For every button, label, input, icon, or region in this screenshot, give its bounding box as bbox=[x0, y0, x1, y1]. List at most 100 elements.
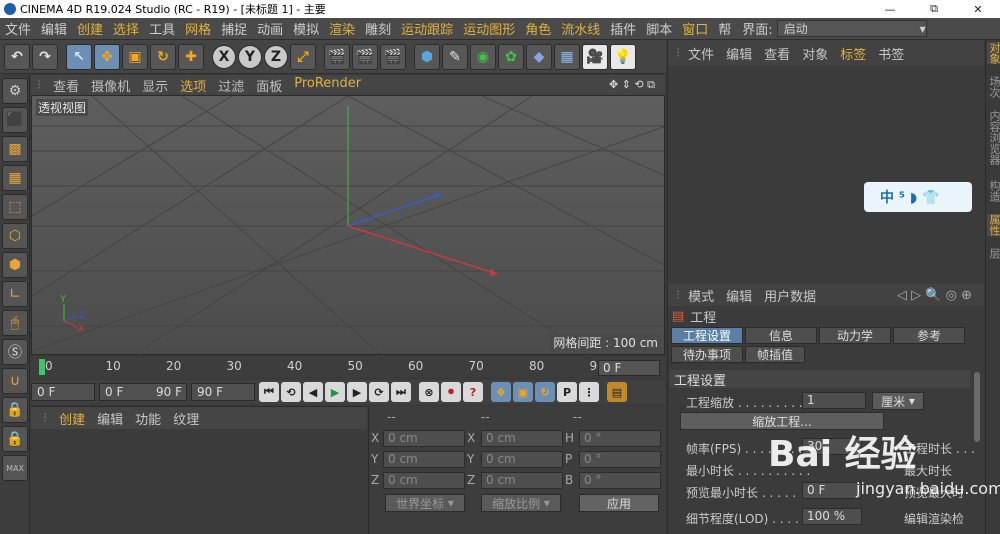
scale-mode-select[interactable]: 缩放比例 ▾ bbox=[481, 494, 561, 512]
menu-item-13[interactable]: 角色 bbox=[520, 19, 556, 38]
coord-field[interactable]: 0 cm bbox=[481, 472, 563, 489]
menu-item-0[interactable]: 文件 bbox=[0, 19, 36, 38]
deformer-icon[interactable]: ◆ bbox=[526, 43, 552, 70]
attr-tab-0[interactable]: 工程设置 bbox=[671, 327, 743, 344]
coord-field[interactable]: 0 ° bbox=[579, 472, 661, 489]
layout-select[interactable]: 启动 ▾ bbox=[776, 20, 927, 37]
maximize-button[interactable]: ⧉ bbox=[912, 0, 956, 18]
menu-item-18[interactable]: 帮 bbox=[713, 19, 736, 38]
viewport-menu-item-6[interactable]: ProRender bbox=[288, 76, 367, 95]
menu-item-17[interactable]: 窗口 bbox=[677, 19, 713, 38]
unit-select[interactable]: 厘米 ▾ bbox=[872, 392, 924, 410]
redo-button[interactable]: ↷ bbox=[32, 43, 58, 70]
menu-item-14[interactable]: 流水线 bbox=[556, 19, 605, 38]
menu-item-5[interactable]: 网格 bbox=[180, 19, 216, 38]
preview-range-slider[interactable]: 0 F 90 F bbox=[99, 383, 187, 401]
workplane-lock-icon[interactable]: 🔒 bbox=[2, 397, 28, 423]
right-tab-0[interactable]: 对象 bbox=[987, 42, 1000, 64]
previous-frame-icon[interactable]: ◀ bbox=[303, 382, 323, 402]
menu-item-15[interactable]: 插件 bbox=[605, 19, 641, 38]
viewport-menu-item-1[interactable]: 摄像机 bbox=[85, 76, 136, 95]
tweak-mode-icon[interactable]: 🖱 bbox=[2, 310, 28, 336]
menu-item-6[interactable]: 捕捉 bbox=[216, 19, 252, 38]
menu-item-1[interactable]: 编辑 bbox=[36, 19, 72, 38]
make-editable-icon[interactable]: ⚙ bbox=[2, 78, 28, 104]
workplane-mode-icon[interactable]: ▦ bbox=[2, 165, 28, 191]
attr-menu-mode[interactable]: 模式 bbox=[682, 286, 720, 305]
undo-button[interactable]: ↶ bbox=[4, 43, 30, 70]
perspective-viewport[interactable]: Y Z X 透视视图 网格间距 : 100 cm bbox=[31, 95, 665, 355]
menu-item-2[interactable]: 创建 bbox=[72, 19, 108, 38]
menu-item-10[interactable]: 雕刻 bbox=[360, 19, 396, 38]
object-menu-item-1[interactable]: 编辑 bbox=[720, 44, 758, 63]
coordinate-system-button[interactable]: ⤢ bbox=[290, 43, 316, 70]
object-menu-item-3[interactable]: 对象 bbox=[796, 44, 834, 63]
project-scale-field[interactable]: 1 bbox=[802, 392, 866, 409]
lod-field[interactable]: 100 % bbox=[802, 508, 862, 525]
right-tab-5[interactable]: 层 bbox=[987, 248, 1000, 259]
end-frame-field[interactable]: 90 F bbox=[191, 383, 255, 401]
attr-tab-4[interactable]: 待办事项 bbox=[671, 346, 743, 363]
material-menu-item-1[interactable]: 编辑 bbox=[91, 409, 129, 428]
go-to-end-icon[interactable]: ⏭ bbox=[391, 382, 411, 402]
right-tab-2[interactable]: 内容浏览器 bbox=[987, 110, 1000, 165]
close-button[interactable]: ✕ bbox=[956, 0, 1000, 18]
object-menu-item-2[interactable]: 查看 bbox=[758, 44, 796, 63]
floating-input-widget[interactable]: 中 ⁵ ◗ 👕 bbox=[864, 182, 972, 212]
key-parameter-icon[interactable]: P bbox=[557, 382, 577, 402]
viewport-menu-item-4[interactable]: 过滤 bbox=[212, 76, 250, 95]
model-mode-icon[interactable]: ⬛ bbox=[2, 107, 28, 133]
go-to-start-icon[interactable]: ⏮ bbox=[259, 382, 279, 402]
texture-mode-icon[interactable]: ▩ bbox=[2, 136, 28, 162]
right-tab-4[interactable]: 属性 bbox=[987, 214, 1000, 236]
world-coordinates-select[interactable]: 世界坐标 ▾ bbox=[385, 494, 465, 512]
attr-tab-1[interactable]: 信息 bbox=[745, 327, 817, 344]
material-menu-item-3[interactable]: 纹理 bbox=[167, 409, 205, 428]
key-rotation-icon[interactable]: ↻ bbox=[535, 382, 555, 402]
next-key-icon[interactable]: ⟳ bbox=[369, 382, 389, 402]
attr-nav-icons[interactable]: ◁ ▷ 🔍 ◎ ⊕ bbox=[891, 288, 978, 303]
key-pla-icon[interactable]: ⋮ bbox=[579, 382, 599, 402]
y-axis-lock-button[interactable]: Y bbox=[238, 44, 262, 69]
menu-item-7[interactable]: 动画 bbox=[252, 19, 288, 38]
viewport-menu-item-0[interactable]: 查看 bbox=[47, 76, 85, 95]
coord-field[interactable]: 0 cm bbox=[481, 430, 563, 447]
scale-tool-button[interactable]: ▣ bbox=[122, 43, 148, 70]
current-frame-field[interactable]: 0 F bbox=[598, 360, 660, 376]
viewport-menu-item-2[interactable]: 显示 bbox=[136, 76, 174, 95]
edges-mode-icon[interactable]: ⬡ bbox=[2, 223, 28, 249]
right-tab-3[interactable]: 构造 bbox=[987, 180, 1000, 202]
menu-item-8[interactable]: 模拟 bbox=[288, 19, 324, 38]
right-tab-1[interactable]: 场次 bbox=[987, 76, 1000, 98]
coord-field[interactable]: 0 cm bbox=[383, 472, 465, 489]
attr-tab-5[interactable]: 帧插值 bbox=[745, 346, 805, 363]
object-menu-item-4[interactable]: 标签 bbox=[834, 44, 872, 63]
play-icon[interactable]: ▶ bbox=[325, 382, 345, 402]
axis-mode-icon[interactable]: ∟ bbox=[2, 281, 28, 307]
autokey-icon[interactable]: ⏺ bbox=[441, 382, 461, 402]
viewport-menu-item-3[interactable]: 选项 bbox=[174, 76, 212, 95]
coord-field[interactable]: 0 cm bbox=[383, 451, 465, 468]
render-picture-viewer-icon[interactable]: 🎬 bbox=[352, 43, 378, 70]
points-mode-icon[interactable]: ⬚ bbox=[2, 194, 28, 220]
viewport-nav-icons[interactable]: ✥ ⇕ ⟲ ⧉ bbox=[603, 78, 661, 92]
material-menu-item-2[interactable]: 功能 bbox=[129, 409, 167, 428]
coord-field[interactable]: 0 ° bbox=[579, 451, 661, 468]
move-tool-button[interactable]: ✥ bbox=[94, 43, 120, 70]
pen-spline-icon[interactable]: ✎ bbox=[442, 43, 468, 70]
object-menu-item-0[interactable]: 文件 bbox=[682, 44, 720, 63]
attr-tab-2[interactable]: 动力学 bbox=[819, 327, 891, 344]
camera-icon[interactable]: 🎥 bbox=[582, 43, 608, 70]
key-position-icon[interactable]: ✥ bbox=[491, 382, 511, 402]
magnet-icon[interactable]: ∪ bbox=[2, 368, 28, 394]
attr-menu-edit[interactable]: 编辑 bbox=[720, 286, 758, 305]
cube-object-icon[interactable]: ⬢ bbox=[414, 43, 440, 70]
rotate-tool-button[interactable]: ↻ bbox=[150, 43, 176, 70]
material-menu-item-0[interactable]: 创建 bbox=[53, 409, 91, 428]
start-frame-field[interactable]: 0 F bbox=[31, 383, 95, 401]
attr-tab-3[interactable]: 参考 bbox=[893, 327, 965, 344]
edit-render-settings-icon[interactable]: 🎬 bbox=[380, 43, 406, 70]
grid-lock-icon[interactable]: 🔒 bbox=[2, 426, 28, 452]
live-selection-button[interactable]: ↖ bbox=[66, 43, 92, 70]
polygons-mode-icon[interactable]: ⬢ bbox=[2, 252, 28, 278]
